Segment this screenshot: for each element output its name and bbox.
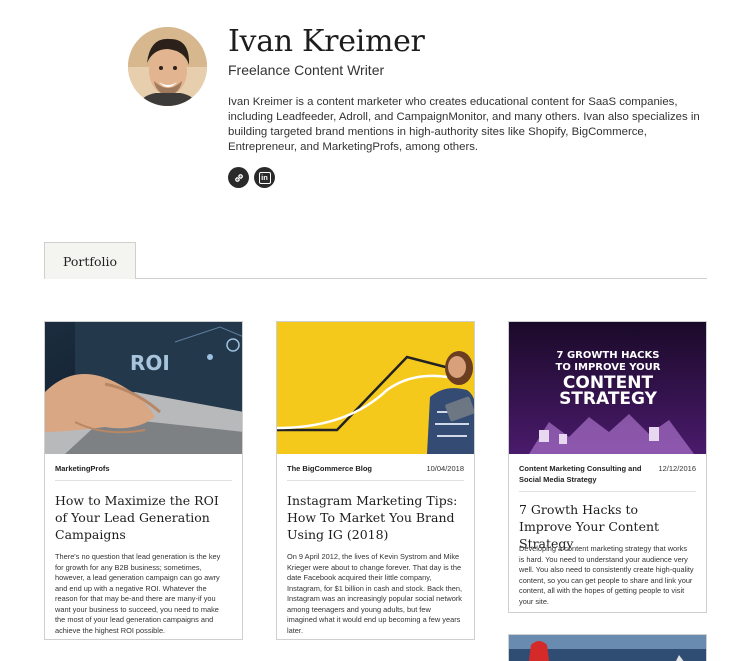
card-image — [509, 635, 706, 661]
profile-bio: Ivan Kreimer is a content marketer who c… — [228, 96, 700, 153]
tab-portfolio[interactable]: Portfolio — [44, 242, 136, 279]
image-line-4: STRATEGY — [559, 389, 658, 409]
card-image: ROI — [45, 322, 242, 454]
profile-name: Ivan Kreimer — [228, 24, 425, 59]
profile-subtitle: Freelance Content Writer — [228, 62, 385, 78]
tabs-divider — [44, 278, 707, 279]
portfolio-card-partial[interactable] — [508, 634, 707, 661]
card-image — [277, 322, 474, 454]
link-icon[interactable] — [228, 167, 249, 188]
portfolio-card[interactable]: The BigCommerce Blog 10/04/2018 Instagra… — [276, 321, 475, 640]
card-excerpt: There's no question that lead generation… — [55, 552, 221, 635]
card-date: 10/04/2018 — [426, 464, 464, 473]
card-meta: The BigCommerce Blog 10/04/2018 — [287, 463, 464, 474]
image-line-2: TO IMPROVE YOUR — [556, 362, 661, 373]
profile-avatar — [128, 27, 207, 106]
card-divider — [287, 480, 464, 481]
card-excerpt: On 9 April 2012, the lives of Kevin Syst… — [287, 552, 463, 635]
avatar-photo — [128, 27, 207, 106]
card-source: MarketingProfs — [55, 464, 110, 473]
card-title[interactable]: How to Maximize the ROI of Your Lead Gen… — [55, 492, 228, 543]
card-meta: MarketingProfs — [55, 463, 232, 474]
image-line-1: 7 GROWTH HACKS — [557, 350, 660, 361]
card-divider — [519, 491, 696, 492]
portfolio-card[interactable]: 7 GROWTH HACKS TO IMPROVE YOUR CONTENT S… — [508, 321, 707, 613]
card-image: 7 GROWTH HACKS TO IMPROVE YOUR CONTENT S… — [509, 322, 706, 454]
card-date: 12/12/2016 — [658, 464, 696, 473]
card-excerpt: Developing a content marketing strategy … — [519, 544, 694, 606]
social-links: in — [228, 167, 275, 188]
card-source: Content Marketing Consulting and Social … — [519, 464, 642, 484]
linkedin-label: in — [258, 171, 271, 184]
card-source: The BigCommerce Blog — [287, 464, 373, 473]
card-divider — [55, 480, 232, 481]
roi-text: ROI — [130, 351, 170, 375]
portfolio-card[interactable]: ROI MarketingProfs How to Maximize the R… — [44, 321, 243, 640]
linkedin-icon[interactable]: in — [254, 167, 275, 188]
card-title[interactable]: Instagram Marketing Tips: How To Market … — [287, 492, 460, 543]
card-meta: Content Marketing Consulting and Social … — [519, 463, 696, 485]
